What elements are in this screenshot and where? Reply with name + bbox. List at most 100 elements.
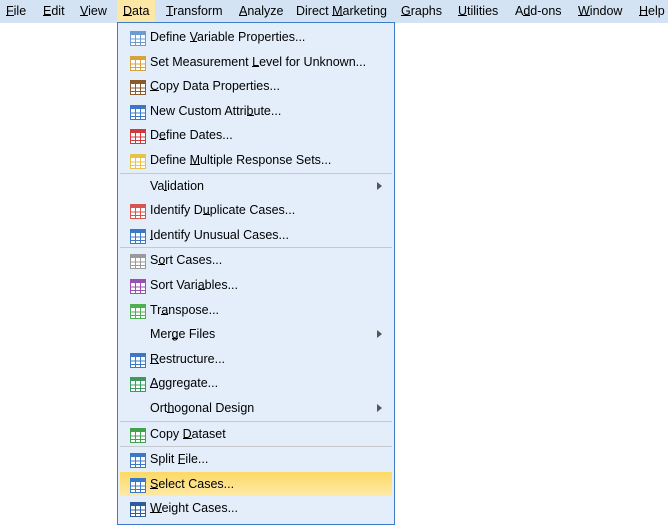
mnemonic-underline (164, 189, 168, 191)
menu-item-label: Copy Dataset (150, 426, 226, 441)
menu-label: Data (123, 4, 150, 18)
submenu-arrow-icon (377, 403, 382, 412)
menu-item-label: Identify Unusual Cases... (150, 227, 289, 242)
menu-graphs[interactable]: Graphs (395, 0, 448, 23)
mnemonic-underline (252, 65, 260, 67)
menu-item-define-variable-properties[interactable]: Define Variable Properties... (118, 25, 394, 50)
mnemonic-underline (171, 338, 179, 340)
mnemonic-underline (189, 163, 201, 165)
mnemonic-underline (202, 214, 210, 216)
menu-item-sort-cases[interactable]: Sort Cases... (118, 248, 394, 273)
menu-item-label: Sort Cases... (150, 253, 223, 268)
menu-label: Analyze (239, 4, 284, 18)
menu-item-label: Transpose... (150, 302, 220, 317)
question-ruler-icon (130, 55, 146, 71)
menu-item-label: Validation (150, 178, 204, 193)
mnemonic-underline (239, 15, 248, 16)
menu-file[interactable]: File (0, 0, 32, 23)
menu-item-aggregate[interactable]: Aggregate... (118, 371, 394, 396)
menu-label: Edit (43, 4, 65, 18)
mnemonic-underline (578, 15, 590, 16)
submenu-arrow-icon (377, 181, 382, 190)
submenu-arrow-icon (377, 330, 382, 339)
transpose-icon (130, 303, 146, 319)
mnemonic-underline (161, 313, 169, 315)
data-menu-dropdown: Define Variable Properties... Set Measure… (117, 22, 395, 525)
menu-item-validation[interactable]: Validation (118, 174, 394, 199)
mnemonic-underline (150, 387, 159, 389)
mnemonic-underline (150, 362, 160, 364)
mnemonic-underline (639, 15, 649, 16)
menu-add-ons[interactable]: Add-ons (509, 0, 568, 23)
mnemonic-underline (123, 15, 133, 16)
menu-window[interactable]: Window (572, 0, 628, 23)
mnemonic-underline (458, 15, 468, 16)
menu-bar: File Edit View Data Transform Analyze Direct M… (0, 0, 668, 23)
menu-item-label: New Custom Attribute... (150, 103, 282, 118)
sort-variables-icon (130, 278, 146, 294)
mnemonic-underline (332, 15, 343, 16)
mnemonic-underline (150, 90, 160, 92)
split-file-icon (130, 452, 146, 469)
menu-transform[interactable]: Transform (160, 0, 229, 23)
mnemonic-underline (80, 15, 89, 16)
menu-item-transpose[interactable]: Transpose... (118, 298, 394, 323)
menu-item-label: Define Multiple Response Sets... (150, 152, 332, 167)
menu-label: Direct Marketing (296, 4, 387, 18)
menu-label: Add-ons (515, 4, 562, 18)
copy-dataset-icon (130, 427, 146, 443)
mnemonic-underline (150, 238, 154, 240)
mnemonic-underline (401, 15, 411, 16)
calendar-icon (130, 128, 146, 145)
menu-item-identify-unusual-cases[interactable]: Identify Unusual Cases... (118, 223, 394, 248)
mnemonic-underline (158, 264, 166, 266)
menu-item-weight-cases[interactable]: Weight Cases... (118, 496, 394, 521)
menu-help[interactable]: Help (633, 0, 668, 23)
menu-item-copy-data-properties[interactable]: Copy Data Properties... (118, 74, 394, 99)
menu-item-copy-dataset[interactable]: Copy Dataset (118, 422, 394, 447)
menu-item-label: Sort Variables... (150, 277, 239, 292)
menu-item-orthogonal-design[interactable]: Orthogonal Design (118, 396, 394, 421)
mnemonic-underline (150, 487, 159, 489)
menu-item-identify-duplicate-cases[interactable]: Identify Duplicate Cases... (118, 198, 394, 223)
menu-item-label: Restructure... (150, 351, 226, 366)
menu-direct-marketing[interactable]: Direct Marketing (290, 0, 393, 23)
menu-item-label: Weight Cases... (150, 501, 239, 516)
mnemonic-underline (197, 288, 205, 290)
duplicate-cases-icon (130, 203, 146, 220)
menu-utilities[interactable]: Utilities (452, 0, 504, 23)
sort-cases-icon (130, 253, 146, 270)
mnemonic-underline (159, 139, 166, 141)
menu-item-new-custom-attribute[interactable]: New Custom Attribute... (118, 99, 394, 124)
menu-analyze[interactable]: Analyze (233, 0, 289, 23)
menu-item-merge-files[interactable]: Merge Files (118, 322, 394, 347)
menu-item-select-cases[interactable]: Select Cases... (120, 471, 392, 497)
mnemonic-underline (166, 15, 174, 16)
menu-item-define-multiple-response-sets[interactable]: Define Multiple Response Sets... (118, 148, 394, 173)
copy-data-properties-icon (130, 79, 146, 96)
menu-label: Graphs (401, 4, 442, 18)
menu-item-split-file[interactable]: Split File... (118, 447, 394, 472)
menu-item-label: Select Cases... (150, 476, 235, 491)
menu-item-label: Split File... (150, 452, 209, 467)
menu-item-restructure[interactable]: Restructure... (118, 347, 394, 372)
menu-item-label: Merge Files (150, 327, 216, 342)
menu-item-label: Orthogonal Design (150, 400, 255, 415)
weight-scale-icon (130, 501, 146, 518)
menu-item-label: Copy Data Properties... (150, 79, 280, 94)
menu-item-set-measurement-level-for-unknown[interactable]: Set Measurement Level for Unknown... (118, 50, 394, 75)
multiple-response-sets-icon (130, 153, 146, 169)
menu-label: File (6, 4, 27, 18)
menu-data[interactable]: Data (117, 0, 156, 23)
menu-label: Utilities (458, 4, 499, 18)
menu-item-sort-variables[interactable]: Sort Variables... (118, 273, 394, 298)
mnemonic-underline (43, 15, 52, 16)
menu-item-label: Set Measurement Level for Unknown... (150, 54, 367, 69)
menu-view[interactable]: View (74, 0, 113, 23)
new-custom-attribute-icon (130, 104, 146, 120)
mnemonic-underline (246, 114, 254, 116)
menu-item-define-dates[interactable]: Define Dates... (118, 123, 394, 148)
menu-item-label: Define Variable Properties... (150, 30, 306, 44)
define-variable-properties-icon (130, 30, 146, 46)
menu-edit[interactable]: Edit (37, 0, 71, 23)
